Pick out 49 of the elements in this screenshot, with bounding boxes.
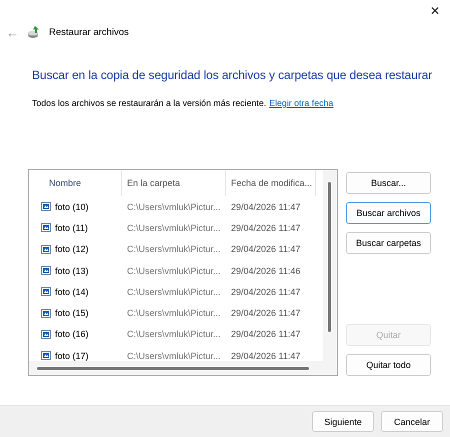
description-text: Todos los archivos se restaurarán a la versión más reciente. Elegir otra fecha [32,98,334,108]
image-file-icon [41,351,51,360]
window-title: Restaurar archivos [49,26,129,38]
folder-cell-text: C:\Users\vmluk\Pictur... [126,244,222,254]
horizontal-scrollbar[interactable] [29,361,337,375]
column-header[interactable]: Nombre [29,170,122,196]
folder-cell-text: C:\Users\vmluk\Pictur... [126,286,222,297]
file-name[interactable]: foto (13) [55,266,89,276]
image-file-icon [41,287,51,296]
close-button[interactable]: ✕ [426,2,444,20]
footer-button[interactable]: Siguiente [312,411,374,432]
image-file-icon [41,244,51,254]
file-name[interactable]: foto (10) [55,202,89,212]
folder-cell-text: C:\Users\vmluk\Pictur... [126,308,222,318]
date-cell-text: 29/04/2026 11:47 [230,202,302,212]
side-button[interactable]: Buscar... [346,172,431,194]
image-file-icon [41,266,51,276]
side-button[interactable]: Buscar carpetas [346,232,431,254]
vertical-scrollbar[interactable] [323,170,337,361]
file-name[interactable]: foto (14) [55,286,89,297]
file-name[interactable]: foto (16) [55,329,89,340]
file-name[interactable]: foto (17) [55,350,89,361]
date-cell-text: 29/04/2026 11:47 [230,286,302,297]
date-cell-text: 29/04/2026 11:47 [230,222,302,233]
column-header[interactable]: Fecha de modifica... [226,170,316,196]
column-header[interactable]: En la carpeta [122,170,226,196]
choose-date-link[interactable]: Elegir otra fecha [269,98,334,108]
restore-icon [27,25,41,39]
date-cell-text: 29/04/2026 11:47 [230,244,302,254]
image-file-icon [41,330,51,339]
side-button[interactable]: Quitar todo [346,354,431,376]
footer-button[interactable]: Cancelar [381,411,443,432]
folder-cell-text: C:\Users\vmluk\Pictur... [126,329,222,340]
date-cell-text: 29/04/2026 11:47 [230,350,302,361]
folder-cell-text: C:\Users\vmluk\Pictur... [126,350,222,361]
file-name[interactable]: foto (11) [55,222,88,233]
image-file-icon [41,223,51,232]
file-name[interactable]: foto (15) [55,308,89,318]
page-heading: Buscar en la copia de seguridad los archivos y carpetas que desea restaurar [32,68,434,82]
date-cell-text: 29/04/2026 11:46 [230,266,302,276]
image-file-icon [41,202,51,212]
image-file-icon [41,308,51,318]
folder-cell-text: C:\Users\vmluk\Pictur... [126,202,222,212]
date-cell-text: 29/04/2026 11:47 [230,329,302,340]
side-button[interactable]: Buscar archivos [346,202,431,224]
date-cell-text: 29/04/2026 11:47 [230,308,302,318]
folder-cell-text: C:\Users\vmluk\Pictur... [126,266,222,276]
file-name[interactable]: foto (12) [55,244,89,254]
folder-cell-text: C:\Users\vmluk\Pictur... [126,222,222,233]
